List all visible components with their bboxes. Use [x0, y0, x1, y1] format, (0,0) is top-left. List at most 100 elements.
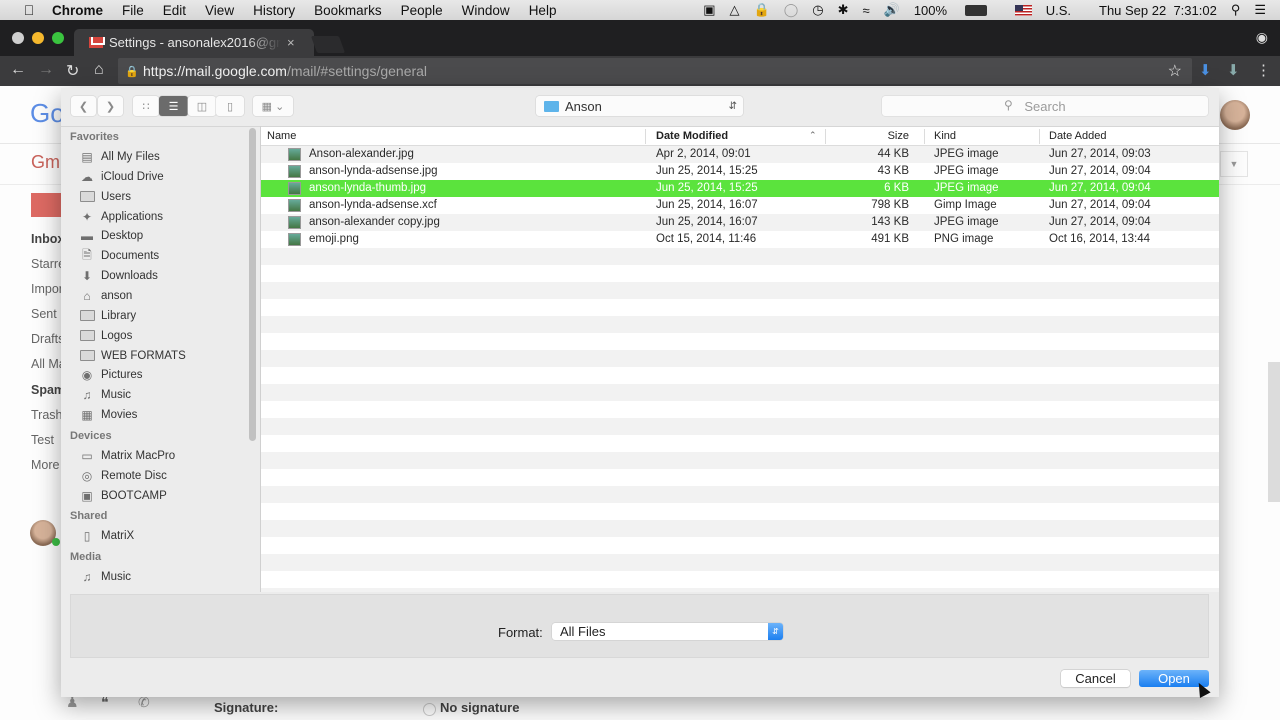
menu-bookmarks[interactable]: Bookmarks: [314, 3, 382, 18]
sidebar-item-all-my-files[interactable]: ▤ All My Files: [79, 148, 159, 166]
column-header-size[interactable]: Size: [821, 130, 909, 142]
download-extension-2-icon[interactable]: ⬇: [1227, 61, 1240, 79]
bluetooth-icon[interactable]: ✱: [838, 2, 849, 18]
file-row[interactable]: anson-lynda-thumb.jpg Jun 25, 2014, 15:25…: [261, 180, 1219, 197]
browser-tab-settings[interactable]: Settings - ansonalex2016@gm ×: [74, 29, 314, 56]
menu-view[interactable]: View: [205, 3, 234, 18]
account-avatar[interactable]: [1220, 100, 1250, 130]
sidebar-item-matrix-macpro[interactable]: ▭ Matrix MacPro: [79, 447, 175, 465]
folder-test[interactable]: Test: [31, 433, 54, 447]
folder-sent[interactable]: Sent: [31, 307, 57, 321]
folder-drafts[interactable]: Drafts: [31, 332, 64, 346]
bookmark-star-icon[interactable]: ☆: [1168, 61, 1182, 81]
settings-dropdown[interactable]: ▼: [1220, 151, 1248, 177]
sidebar-item-anson[interactable]: ⌂ anson: [79, 287, 132, 305]
forward-icon[interactable]: →: [38, 61, 54, 79]
folder-trash[interactable]: Trash: [31, 408, 63, 422]
file-list: Name Date Modified ⌃ Size Kind Date Adde…: [261, 126, 1219, 592]
menu-history[interactable]: History: [253, 3, 295, 18]
back-button[interactable]: ❮: [71, 96, 96, 116]
search-input[interactable]: [882, 96, 1208, 116]
tab-close-icon[interactable]: ×: [287, 35, 295, 50]
column-separator[interactable]: [1039, 129, 1040, 144]
screen-record-icon[interactable]: ▣: [703, 2, 715, 18]
sidebar-item-users[interactable]: Users: [79, 188, 131, 206]
sidebar-item-music[interactable]: ♫ Music: [79, 386, 132, 404]
messages-icon[interactable]: ◯: [784, 2, 799, 18]
sidebar-item-bootcamp[interactable]: ▣ BOOTCAMP: [79, 487, 166, 505]
sidebar-item-matrix[interactable]: ▯ MatriX: [79, 527, 135, 545]
column-header-name[interactable]: Name: [267, 130, 296, 142]
column-header-date-added[interactable]: Date Added: [1049, 130, 1107, 142]
menu-edit[interactable]: Edit: [163, 3, 186, 18]
cover-flow-button[interactable]: ▯: [216, 96, 244, 116]
zoom-window-button[interactable]: [52, 32, 64, 44]
gmail-app-label[interactable]: Gm: [31, 152, 60, 173]
close-window-button[interactable]: [12, 32, 24, 44]
page-scrollbar[interactable]: [1268, 362, 1280, 502]
menu-window[interactable]: Window: [462, 3, 510, 18]
column-header-date-modified[interactable]: Date Modified: [656, 130, 728, 142]
column-view-button[interactable]: ◫: [188, 96, 216, 116]
sidebar-item-applications[interactable]: ✦ Applications: [79, 208, 163, 226]
time-machine-icon[interactable]: ◷: [812, 2, 823, 18]
sidebar-item-icloud-drive[interactable]: ☁ iCloud Drive: [79, 168, 164, 186]
forward-button[interactable]: ❯: [98, 96, 123, 116]
menu-help[interactable]: Help: [529, 3, 557, 18]
folder-icon: [79, 329, 95, 343]
input-source[interactable]: U.S.: [1014, 3, 1085, 18]
column-separator[interactable]: [645, 129, 646, 144]
no-signature-radio[interactable]: [423, 703, 436, 716]
location-popup[interactable]: Anson ⇵: [536, 96, 743, 116]
sidebar-item-pictures[interactable]: ◉ Pictures: [79, 366, 143, 384]
arrange-button[interactable]: ▦ ⌄: [253, 96, 293, 116]
sidebar-item-web-formats[interactable]: WEB FORMATS: [79, 347, 186, 365]
spotlight-search-icon[interactable]: ⚲: [1231, 2, 1241, 18]
empty-row: [261, 435, 1219, 452]
file-row[interactable]: emoji.png Oct 15, 2014, 11:46 491 KB PNG im…: [261, 231, 1219, 248]
volume-icon[interactable]: 🔊: [884, 2, 900, 18]
clock[interactable]: Thu Sep 22 7:31:02: [1099, 3, 1217, 18]
sidebar-item-movies[interactable]: ▦ Movies: [79, 406, 137, 424]
minimize-window-button[interactable]: [32, 32, 44, 44]
menu-chrome[interactable]: Chrome: [52, 3, 103, 18]
download-extension-icon[interactable]: ⬇: [1199, 61, 1212, 79]
chrome-menu-icon[interactable]: ⋮: [1256, 61, 1271, 79]
icon-view-button[interactable]: ∷: [133, 96, 159, 116]
sidebar-item-library[interactable]: Library: [79, 307, 136, 325]
file-row[interactable]: Anson-alexander.jpg Apr 2, 2014, 09:01 44 …: [261, 146, 1219, 163]
file-size: 6 KB: [884, 182, 909, 194]
sidebar-item-music[interactable]: ♫ Music: [79, 568, 132, 586]
new-tab-button[interactable]: [310, 36, 346, 53]
menu-file[interactable]: File: [122, 3, 144, 18]
folder-more[interactable]: More: [31, 458, 59, 472]
sidebar-item-downloads[interactable]: ⬇ Downloads: [79, 267, 158, 285]
notification-center-icon[interactable]: ☰: [1254, 2, 1266, 18]
lock-icon[interactable]: 🔒: [754, 2, 770, 18]
list-view-button[interactable]: ☰: [159, 96, 188, 116]
no-signature-option[interactable]: No signature: [440, 700, 519, 715]
wifi-icon[interactable]: ≈: [863, 3, 870, 18]
column-separator[interactable]: [924, 129, 925, 144]
reload-icon[interactable]: ↻: [66, 61, 79, 81]
back-icon[interactable]: ←: [10, 61, 26, 79]
file-row[interactable]: anson-lynda-adsense.jpg Jun 25, 2014, 15:…: [261, 163, 1219, 180]
cancel-button[interactable]: Cancel: [1061, 670, 1130, 687]
column-header-kind[interactable]: Kind: [934, 130, 956, 142]
battery-status[interactable]: 100%: [914, 3, 1001, 18]
sidebar-item-desktop[interactable]: ▬ Desktop: [79, 227, 143, 245]
folder-inbox[interactable]: Inbox: [31, 232, 64, 246]
sidebar-scrollbar[interactable]: [249, 128, 256, 441]
menu-people[interactable]: People: [401, 3, 443, 18]
sidebar-item-remote-disc[interactable]: ◎ Remote Disc: [79, 467, 167, 485]
folder-spam[interactable]: Spam: [31, 383, 65, 397]
sidebar-item-logos[interactable]: Logos: [79, 327, 132, 345]
apple-logo-icon[interactable]: : [20, 2, 38, 18]
file-row[interactable]: anson-alexander copy.jpg Jun 25, 2014, 16…: [261, 214, 1219, 231]
file-row[interactable]: anson-lynda-adsense.xcf Jun 25, 2014, 16:…: [261, 197, 1219, 214]
address-bar[interactable]: 🔒 https://mail.google.com/mail/#settings…: [118, 58, 1192, 84]
sidebar-item-documents[interactable]: 🗎 Documents: [79, 247, 159, 265]
home-icon[interactable]: ⌂: [94, 61, 104, 79]
format-select[interactable]: All Files ⇵: [552, 623, 783, 640]
airplay-icon[interactable]: △: [730, 2, 740, 18]
